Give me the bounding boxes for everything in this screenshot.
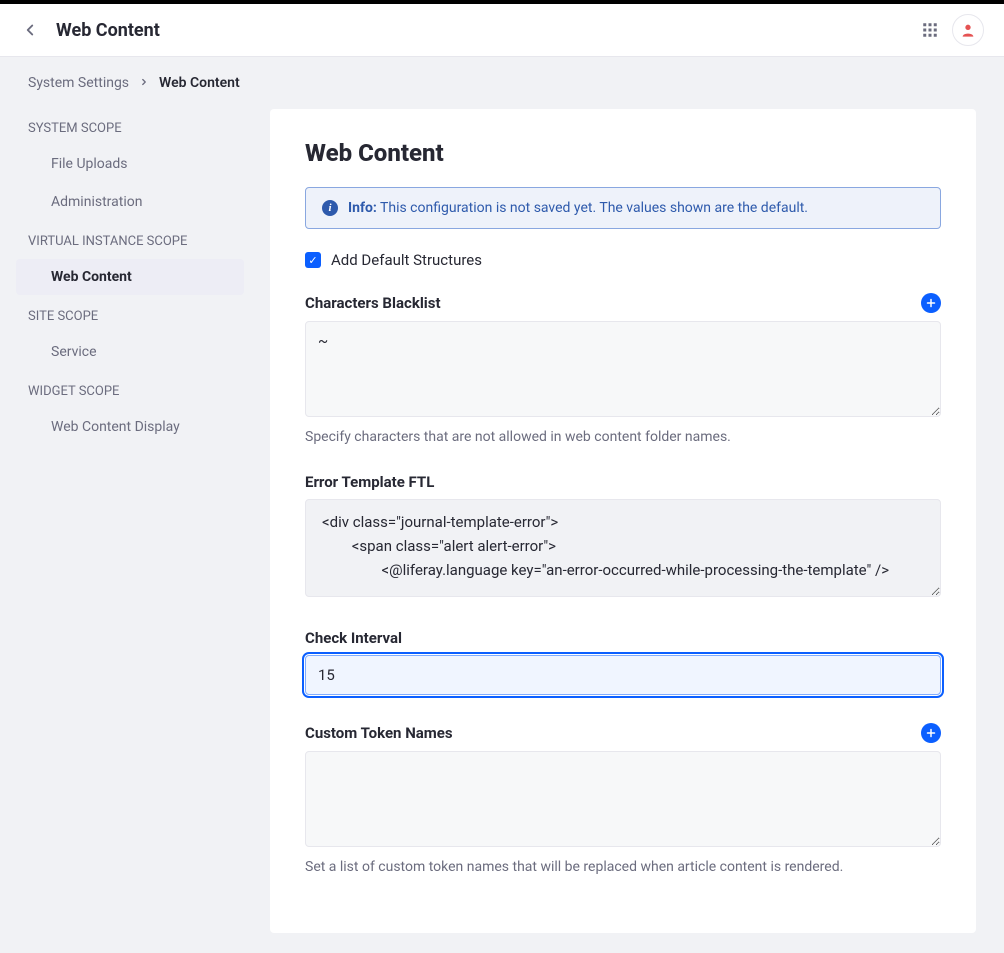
error-template-ftl-block: Error Template FTL — [305, 473, 941, 601]
sidebar-item-administration[interactable]: Administration — [16, 184, 244, 220]
error-template-ftl-label: Error Template FTL — [305, 473, 434, 491]
custom-token-names-help: Set a list of custom token names that wi… — [305, 859, 941, 875]
characters-blacklist-input[interactable] — [305, 321, 941, 417]
checkmark-icon: ✓ — [308, 255, 317, 266]
breadcrumb-current: Web Content — [159, 75, 240, 91]
page-header: Web Content — [0, 4, 1004, 57]
sidebar-item-web-content[interactable]: Web Content — [16, 259, 244, 295]
scope-header-widget: WIDGET SCOPE — [10, 372, 250, 407]
scope-header-site: SITE SCOPE — [10, 297, 250, 332]
check-interval-input[interactable] — [305, 655, 941, 695]
custom-token-names-input[interactable] — [305, 751, 941, 847]
back-arrow-icon[interactable] — [20, 20, 40, 40]
sidebar-item-service[interactable]: Service — [16, 334, 244, 370]
apps-grid-icon[interactable] — [918, 18, 942, 42]
scope-header-system: SYSTEM SCOPE — [10, 109, 250, 144]
info-alert: i Info: This configuration is not saved … — [305, 187, 941, 229]
characters-blacklist-label: Characters Blacklist — [305, 294, 441, 312]
error-template-ftl-input[interactable] — [305, 499, 941, 597]
settings-panel: Web Content i Info: This configuration i… — [270, 109, 976, 933]
add-default-structures-row: ✓ Add Default Structures — [305, 251, 941, 269]
add-characters-blacklist-button[interactable] — [921, 293, 941, 313]
info-text: This configuration is not saved yet. The… — [380, 200, 808, 216]
info-label: Info: — [348, 200, 377, 216]
add-default-structures-label: Add Default Structures — [331, 251, 482, 269]
characters-blacklist-help: Specify characters that are not allowed … — [305, 429, 941, 445]
chevron-right-icon — [139, 75, 149, 91]
sidebar: SYSTEM SCOPE File Uploads Administration… — [10, 109, 250, 953]
custom-token-names-label: Custom Token Names — [305, 724, 453, 742]
sidebar-item-web-content-display[interactable]: Web Content Display — [16, 409, 244, 445]
user-avatar-icon[interactable] — [952, 14, 984, 46]
check-interval-label: Check Interval — [305, 629, 402, 647]
breadcrumb-parent[interactable]: System Settings — [28, 75, 129, 91]
add-custom-token-names-button[interactable] — [921, 723, 941, 743]
header-right — [918, 14, 984, 46]
info-icon: i — [322, 200, 338, 216]
page-title: Web Content — [56, 20, 160, 41]
panel-title: Web Content — [305, 139, 941, 167]
scope-header-virtual-instance: VIRTUAL INSTANCE SCOPE — [10, 222, 250, 257]
breadcrumb: System Settings Web Content — [0, 57, 1004, 109]
custom-token-names-block: Custom Token Names Set a list of custom … — [305, 723, 941, 875]
characters-blacklist-block: Characters Blacklist Specify characters … — [305, 293, 941, 445]
sidebar-item-file-uploads[interactable]: File Uploads — [16, 146, 244, 182]
check-interval-block: Check Interval — [305, 629, 941, 695]
add-default-structures-checkbox[interactable]: ✓ — [305, 252, 321, 268]
header-left: Web Content — [20, 20, 160, 41]
